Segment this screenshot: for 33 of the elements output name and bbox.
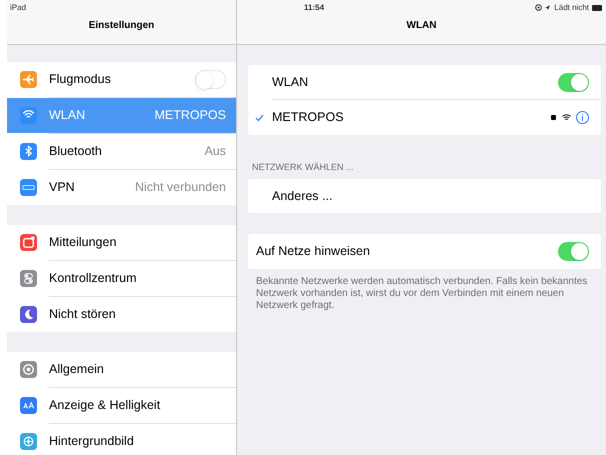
item-label: Kontrollzentrum bbox=[49, 270, 138, 288]
item-label: Mitteilungen bbox=[49, 234, 118, 252]
section-header: NETZWERK WÄHLEN ... bbox=[252, 161, 355, 174]
item-label: Bluetooth bbox=[49, 143, 103, 160]
item-value: Aus bbox=[204, 143, 226, 160]
status-time: 11:54 bbox=[304, 2, 324, 14]
item-label: Anzeige & Helligkeit bbox=[49, 397, 162, 414]
item-label: Nicht stören bbox=[49, 306, 117, 324]
item-label: VPN bbox=[49, 179, 76, 196]
other-network-row[interactable]: Anderes ... bbox=[248, 179, 601, 213]
item-label: Allgemein bbox=[49, 361, 105, 378]
info-button[interactable] bbox=[576, 111, 589, 124]
toggle-switch[interactable] bbox=[558, 242, 589, 261]
lock-icon bbox=[551, 115, 556, 120]
wifi-icon bbox=[562, 114, 571, 121]
ask-label: Auf Netze hinweisen bbox=[256, 243, 371, 260]
battery-text: Lädt nicht bbox=[554, 2, 589, 14]
toggle-switch[interactable] bbox=[195, 70, 226, 89]
location-icon bbox=[535, 4, 552, 11]
device-name: iPad bbox=[10, 2, 26, 14]
item-value: Nicht verbunden bbox=[134, 179, 226, 196]
info-icon bbox=[581, 114, 584, 121]
item-value: METROPOS bbox=[154, 107, 226, 124]
network-name: METROPOS bbox=[272, 109, 345, 126]
battery-icon bbox=[592, 4, 602, 10]
toggle-switch[interactable] bbox=[558, 72, 589, 92]
page-title: WLAN bbox=[406, 19, 438, 33]
wlan-label: WLAN bbox=[272, 74, 310, 91]
item-label: Hintergrundbild bbox=[49, 433, 135, 450]
footer-text: Bekannte Netzwerke werden automatisch verbunden. Falls kein bekanntes Netzwerk vorhanden ist, wirst du vor dem Verbinden mit einem neuen Netzwerk gefragt. bbox=[255, 276, 588, 312]
sidebar-title: Einstellungen bbox=[88, 19, 154, 33]
item-label: WLAN bbox=[49, 107, 86, 124]
item-label: Flugmodus bbox=[49, 71, 112, 88]
